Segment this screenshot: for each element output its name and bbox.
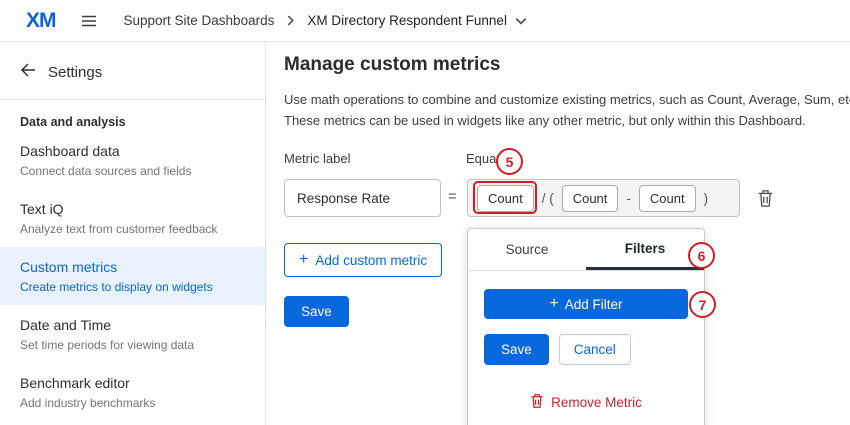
dashboard-title[interactable]: XM Directory Respondent Funnel <box>307 13 507 28</box>
hamburger-menu-icon[interactable] <box>80 12 98 30</box>
sidebar-item-label: Custom metrics <box>20 259 118 275</box>
chevron-down-icon[interactable] <box>515 15 527 27</box>
settings-label: Settings <box>48 63 103 81</box>
sidebar-item-description: Analyze text from customer feedback <box>20 222 218 236</box>
sidebar-item-date-and-time[interactable]: Date and Time Set time periods for viewi… <box>0 305 265 363</box>
sidebar-item-label: Date and Time <box>20 317 112 333</box>
popup-tabs: Source Filters <box>468 229 704 271</box>
breadcrumb-root[interactable]: Support Site Dashboards <box>124 13 275 28</box>
chevron-right-icon <box>285 15 296 26</box>
back-arrow-icon <box>20 62 36 82</box>
equation-operator-minus: - <box>626 190 631 206</box>
add-filter-label: Add Filter <box>564 296 623 312</box>
sidebar-item-label: Text iQ <box>20 201 64 217</box>
remove-metric-button[interactable]: Remove Metric <box>468 393 704 412</box>
settings-sidebar: Settings Data and analysis Dashboard dat… <box>0 42 266 425</box>
remove-metric-label: Remove Metric <box>551 395 642 410</box>
plus-icon: + <box>299 251 309 268</box>
trash-icon <box>530 393 544 412</box>
equation-operand-2-button[interactable]: Count <box>561 184 619 212</box>
popup-cancel-button[interactable]: Cancel <box>558 334 631 365</box>
add-filter-button[interactable]: + Add Filter <box>484 289 688 319</box>
page-description: Use math operations to combine and custo… <box>284 90 850 132</box>
popup-save-button[interactable]: Save <box>484 334 549 365</box>
sidebar-item-description: Set time periods for viewing data <box>20 338 195 352</box>
metric-label-heading: Metric label <box>284 151 351 166</box>
popup-action-row: Save Cancel <box>484 334 631 365</box>
sidebar-item-description: Add industry benchmarks <box>20 396 156 410</box>
metric-options-popup: Source Filters + Add Filter Save Cancel … <box>467 228 705 425</box>
equation-operand-3-button[interactable]: Count <box>638 184 696 212</box>
sidebar-item-description: Create metrics to display on widgets <box>20 280 213 294</box>
sidebar-item-label: Dashboard data <box>20 143 120 159</box>
equation-operand-1-button[interactable]: Count <box>477 184 534 212</box>
equation-operator-divide-open: / ( <box>541 190 554 206</box>
metric-label-input[interactable] <box>284 179 441 217</box>
sidebar-item-description: Connect data sources and fields <box>20 164 192 178</box>
main-content: Manage custom metrics Use math operation… <box>267 42 850 425</box>
app-window: XM Support Site Dashboards XM Directory … <box>0 0 850 425</box>
equals-sign: = <box>448 188 457 205</box>
tab-filters[interactable]: Filters <box>586 229 704 270</box>
sidebar-item-dashboard-data[interactable]: Dashboard data Connect data sources and … <box>0 131 265 189</box>
annotation-step-7: 7 <box>689 291 716 318</box>
add-custom-metric-button[interactable]: + Add custom metric <box>284 243 443 277</box>
add-custom-metric-label: Add custom metric <box>315 252 428 268</box>
equation-box: Count / ( Count - Count ) <box>467 179 740 217</box>
back-to-settings[interactable]: Settings <box>0 42 265 99</box>
annotation-step-6: 6 <box>688 242 715 269</box>
sidebar-item-label: Benchmark editor <box>20 375 130 391</box>
page-description-line1: Use math operations to combine and custo… <box>284 92 850 107</box>
section-heading: Data and analysis <box>20 115 126 129</box>
sidebar-item-custom-metrics[interactable]: Custom metrics Create metrics to display… <box>0 247 265 305</box>
delete-metric-trash-icon[interactable] <box>757 189 774 213</box>
sidebar-item-text-iq[interactable]: Text iQ Analyze text from customer feedb… <box>0 189 265 247</box>
tab-source[interactable]: Source <box>468 229 586 270</box>
top-bar: XM Support Site Dashboards XM Directory … <box>0 0 850 42</box>
xm-logo: XM <box>26 8 56 32</box>
page-title: Manage custom metrics <box>284 54 501 75</box>
equation-close-paren: ) <box>703 190 709 206</box>
save-button[interactable]: Save <box>284 296 349 327</box>
annotation-step-5: 5 <box>496 148 523 175</box>
sidebar-item-benchmark-editor[interactable]: Benchmark editor Add industry benchmarks <box>0 363 265 421</box>
plus-icon: + <box>549 295 559 312</box>
page-description-line2: These metrics can be used in widgets lik… <box>284 112 806 128</box>
